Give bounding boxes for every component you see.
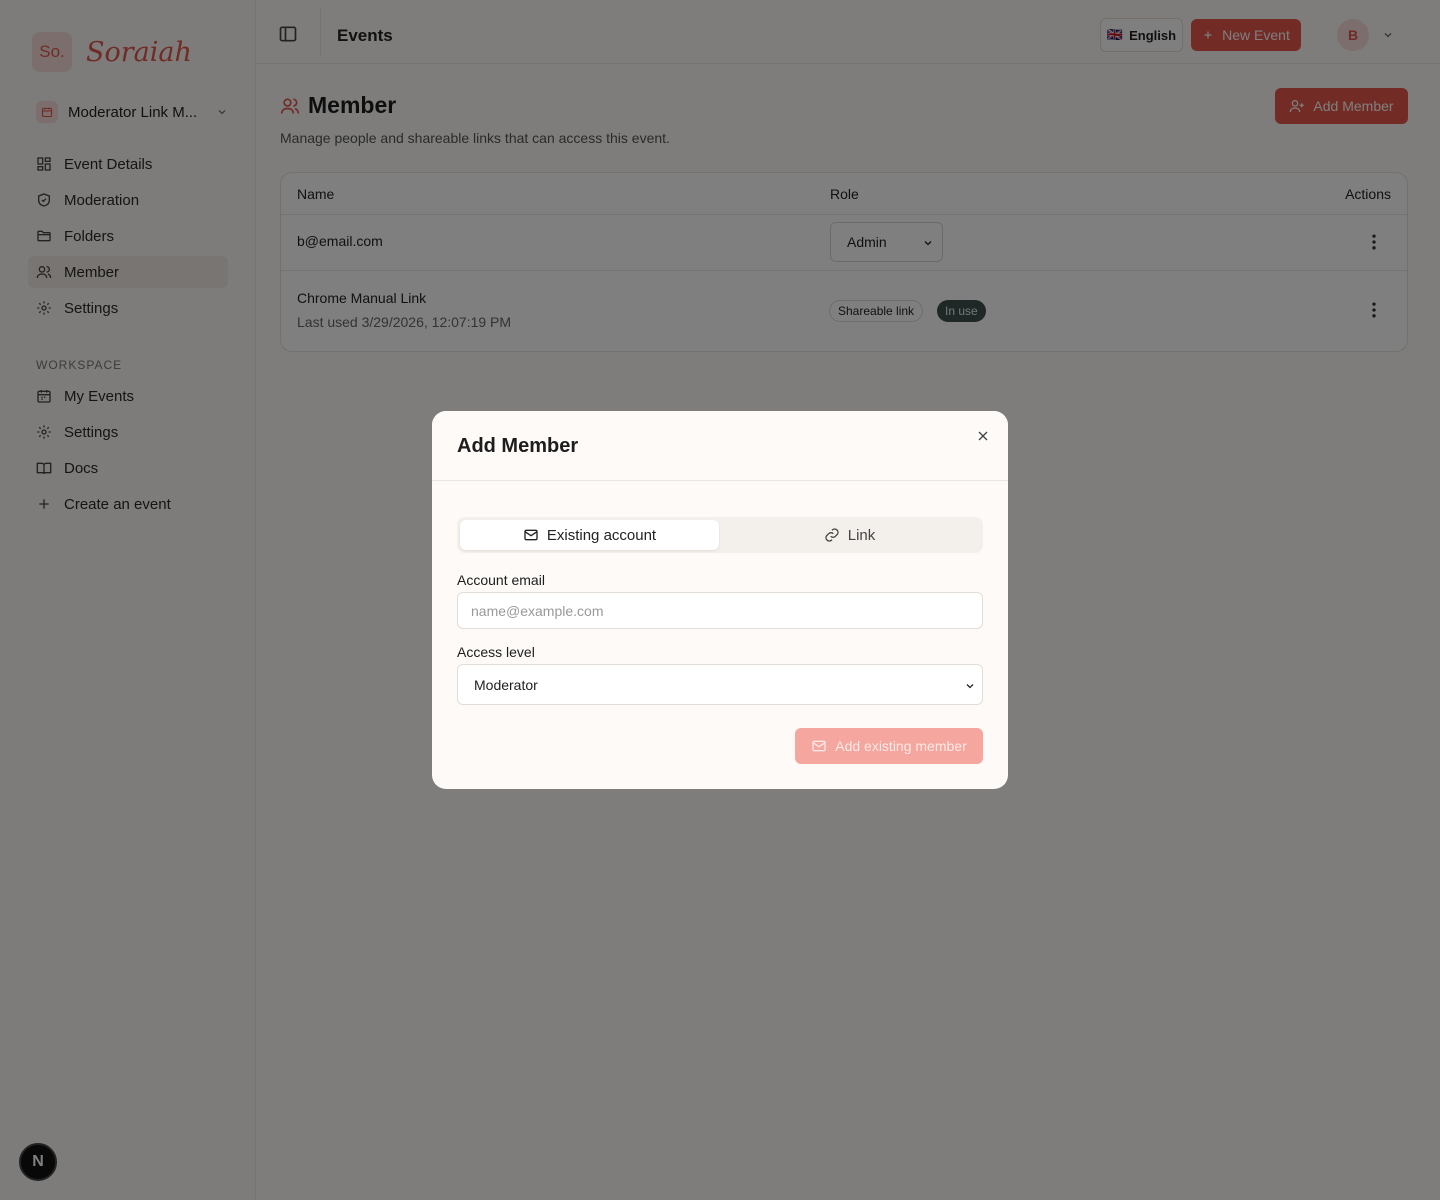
account-email-label: Account email (457, 572, 545, 588)
dialog-title: Add Member (457, 435, 579, 457)
add-member-dialog: Add Member Existing account Link Account… (432, 411, 1008, 789)
close-icon[interactable] (975, 428, 991, 444)
chevron-down-icon (964, 680, 976, 692)
submit-label: Add existing member (835, 738, 967, 754)
mail-icon (811, 738, 827, 754)
member-type-tabs: Existing account Link (457, 517, 983, 553)
tab-link[interactable]: Link (719, 520, 980, 550)
dialog-header: Add Member (432, 411, 1008, 481)
tab-label: Existing account (546, 526, 657, 544)
add-existing-member-button[interactable]: Add existing member (795, 728, 983, 764)
access-level-value: Moderator (474, 676, 538, 693)
access-level-select[interactable]: Moderator (457, 664, 983, 705)
tab-existing-account[interactable]: Existing account (460, 520, 719, 550)
mail-icon (523, 527, 539, 543)
link-icon (824, 527, 840, 543)
account-email-input[interactable] (457, 592, 983, 629)
tab-label: Link (847, 526, 876, 544)
access-level-label: Access level (457, 644, 535, 660)
